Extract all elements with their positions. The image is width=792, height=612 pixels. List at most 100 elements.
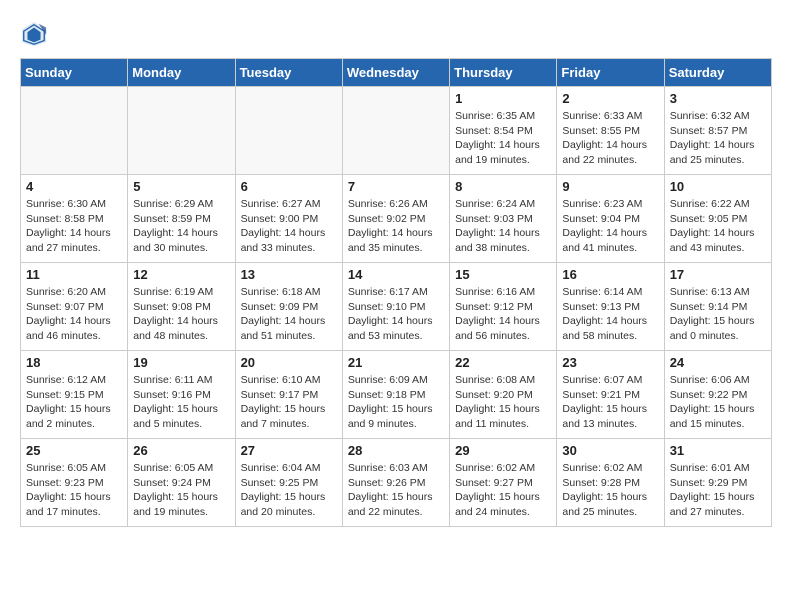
day-detail: Sunrise: 6:08 AM Sunset: 9:20 PM Dayligh… xyxy=(455,373,551,432)
day-number: 16 xyxy=(562,267,658,282)
day-number: 18 xyxy=(26,355,122,370)
day-number: 3 xyxy=(670,91,766,106)
calendar-cell: 25Sunrise: 6:05 AM Sunset: 9:23 PM Dayli… xyxy=(21,439,128,527)
week-row-4: 25Sunrise: 6:05 AM Sunset: 9:23 PM Dayli… xyxy=(21,439,772,527)
day-number: 6 xyxy=(241,179,337,194)
calendar-cell: 7 Sunrise: 6:26 AM Sunset: 9:02 PM Daylig… xyxy=(342,175,449,263)
week-row-0: 1 Sunrise: 6:35 AM Sunset: 8:54 PM Daylig… xyxy=(21,87,772,175)
day-detail: Sunrise: 6:05 AM Sunset: 9:24 PM Dayligh… xyxy=(133,461,229,520)
calendar-cell: 27 Sunrise: 6:04 AM Sunset: 9:25 PM Dayli… xyxy=(235,439,342,527)
day-number: 29 xyxy=(455,443,551,458)
calendar-cell: 14Sunrise: 6:17 AM Sunset: 9:10 PM Dayli… xyxy=(342,263,449,351)
day-number: 17 xyxy=(670,267,766,282)
day-detail: Sunrise: 6:17 AM Sunset: 9:10 PM Dayligh… xyxy=(348,285,444,344)
day-number: 8 xyxy=(455,179,551,194)
calendar-cell: 28 Sunrise: 6:03 AM Sunset: 9:26 PM Dayli… xyxy=(342,439,449,527)
calendar-cell: 20Sunrise: 6:10 AM Sunset: 9:17 PM Dayli… xyxy=(235,351,342,439)
calendar-cell: 15 Sunrise: 6:16 AM Sunset: 9:12 PM Dayli… xyxy=(450,263,557,351)
day-number: 5 xyxy=(133,179,229,194)
calendar-cell: 18 Sunrise: 6:12 AM Sunset: 9:15 PM Dayli… xyxy=(21,351,128,439)
day-header-sunday: Sunday xyxy=(21,59,128,87)
day-header-thursday: Thursday xyxy=(450,59,557,87)
calendar-cell: 19 Sunrise: 6:11 AM Sunset: 9:16 PM Dayli… xyxy=(128,351,235,439)
day-detail: Sunrise: 6:13 AM Sunset: 9:14 PM Dayligh… xyxy=(670,285,766,344)
day-number: 25 xyxy=(26,443,122,458)
calendar-cell: 13 Sunrise: 6:18 AM Sunset: 9:09 PM Dayli… xyxy=(235,263,342,351)
day-number: 24 xyxy=(670,355,766,370)
calendar-cell: 1 Sunrise: 6:35 AM Sunset: 8:54 PM Daylig… xyxy=(450,87,557,175)
day-number: 2 xyxy=(562,91,658,106)
day-detail: Sunrise: 6:14 AM Sunset: 9:13 PM Dayligh… xyxy=(562,285,658,344)
day-number: 30 xyxy=(562,443,658,458)
calendar-cell: 31 Sunrise: 6:01 AM Sunset: 9:29 PM Dayli… xyxy=(664,439,771,527)
day-number: 26 xyxy=(133,443,229,458)
day-detail: Sunrise: 6:03 AM Sunset: 9:26 PM Dayligh… xyxy=(348,461,444,520)
day-detail: Sunrise: 6:02 AM Sunset: 9:28 PM Dayligh… xyxy=(562,461,658,520)
day-header-saturday: Saturday xyxy=(664,59,771,87)
calendar-cell: 17 Sunrise: 6:13 AM Sunset: 9:14 PM Dayli… xyxy=(664,263,771,351)
day-number: 4 xyxy=(26,179,122,194)
calendar-cell: 4 Sunrise: 6:30 AM Sunset: 8:58 PM Daylig… xyxy=(21,175,128,263)
calendar-cell: 3 Sunrise: 6:32 AM Sunset: 8:57 PM Daylig… xyxy=(664,87,771,175)
day-number: 13 xyxy=(241,267,337,282)
logo-icon xyxy=(20,20,48,48)
calendar-cell xyxy=(21,87,128,175)
day-detail: Sunrise: 6:30 AM Sunset: 8:58 PM Dayligh… xyxy=(26,197,122,256)
day-detail: Sunrise: 6:07 AM Sunset: 9:21 PM Dayligh… xyxy=(562,373,658,432)
calendar-cell xyxy=(342,87,449,175)
day-number: 9 xyxy=(562,179,658,194)
day-detail: Sunrise: 6:20 AM Sunset: 9:07 PM Dayligh… xyxy=(26,285,122,344)
day-number: 11 xyxy=(26,267,122,282)
day-number: 1 xyxy=(455,91,551,106)
calendar-cell: 8 Sunrise: 6:24 AM Sunset: 9:03 PM Daylig… xyxy=(450,175,557,263)
day-number: 23 xyxy=(562,355,658,370)
day-number: 12 xyxy=(133,267,229,282)
logo xyxy=(20,20,52,48)
calendar-cell: 2 Sunrise: 6:33 AM Sunset: 8:55 PM Daylig… xyxy=(557,87,664,175)
calendar-cell: 9 Sunrise: 6:23 AM Sunset: 9:04 PM Daylig… xyxy=(557,175,664,263)
day-detail: Sunrise: 6:04 AM Sunset: 9:25 PM Dayligh… xyxy=(241,461,337,520)
day-detail: Sunrise: 6:02 AM Sunset: 9:27 PM Dayligh… xyxy=(455,461,551,520)
week-row-3: 18 Sunrise: 6:12 AM Sunset: 9:15 PM Dayli… xyxy=(21,351,772,439)
day-number: 27 xyxy=(241,443,337,458)
calendar-cell: 29 Sunrise: 6:02 AM Sunset: 9:27 PM Dayli… xyxy=(450,439,557,527)
day-number: 31 xyxy=(670,443,766,458)
day-detail: Sunrise: 6:12 AM Sunset: 9:15 PM Dayligh… xyxy=(26,373,122,432)
day-number: 15 xyxy=(455,267,551,282)
day-detail: Sunrise: 6:33 AM Sunset: 8:55 PM Dayligh… xyxy=(562,109,658,168)
day-detail: Sunrise: 6:27 AM Sunset: 9:00 PM Dayligh… xyxy=(241,197,337,256)
day-detail: Sunrise: 6:32 AM Sunset: 8:57 PM Dayligh… xyxy=(670,109,766,168)
day-detail: Sunrise: 6:11 AM Sunset: 9:16 PM Dayligh… xyxy=(133,373,229,432)
day-detail: Sunrise: 6:18 AM Sunset: 9:09 PM Dayligh… xyxy=(241,285,337,344)
day-detail: Sunrise: 6:06 AM Sunset: 9:22 PM Dayligh… xyxy=(670,373,766,432)
calendar-body: 1 Sunrise: 6:35 AM Sunset: 8:54 PM Daylig… xyxy=(21,87,772,527)
calendar-cell: 16 Sunrise: 6:14 AM Sunset: 9:13 PM Dayli… xyxy=(557,263,664,351)
day-detail: Sunrise: 6:29 AM Sunset: 8:59 PM Dayligh… xyxy=(133,197,229,256)
week-row-1: 4 Sunrise: 6:30 AM Sunset: 8:58 PM Daylig… xyxy=(21,175,772,263)
day-number: 19 xyxy=(133,355,229,370)
day-detail: Sunrise: 6:24 AM Sunset: 9:03 PM Dayligh… xyxy=(455,197,551,256)
day-detail: Sunrise: 6:19 AM Sunset: 9:08 PM Dayligh… xyxy=(133,285,229,344)
week-row-2: 11 Sunrise: 6:20 AM Sunset: 9:07 PM Dayli… xyxy=(21,263,772,351)
day-number: 7 xyxy=(348,179,444,194)
calendar-cell: 21 Sunrise: 6:09 AM Sunset: 9:18 PM Dayli… xyxy=(342,351,449,439)
day-detail: Sunrise: 6:09 AM Sunset: 9:18 PM Dayligh… xyxy=(348,373,444,432)
day-number: 20 xyxy=(241,355,337,370)
day-detail: Sunrise: 6:26 AM Sunset: 9:02 PM Dayligh… xyxy=(348,197,444,256)
calendar-header: SundayMondayTuesdayWednesdayThursdayFrid… xyxy=(21,59,772,87)
calendar-cell: 22Sunrise: 6:08 AM Sunset: 9:20 PM Dayli… xyxy=(450,351,557,439)
calendar-cell: 24 Sunrise: 6:06 AM Sunset: 9:22 PM Dayli… xyxy=(664,351,771,439)
day-number: 28 xyxy=(348,443,444,458)
calendar-cell: 5 Sunrise: 6:29 AM Sunset: 8:59 PM Daylig… xyxy=(128,175,235,263)
day-number: 10 xyxy=(670,179,766,194)
calendar-cell xyxy=(128,87,235,175)
day-detail: Sunrise: 6:16 AM Sunset: 9:12 PM Dayligh… xyxy=(455,285,551,344)
day-detail: Sunrise: 6:01 AM Sunset: 9:29 PM Dayligh… xyxy=(670,461,766,520)
calendar-cell: 12 Sunrise: 6:19 AM Sunset: 9:08 PM Dayli… xyxy=(128,263,235,351)
calendar-cell: 10Sunrise: 6:22 AM Sunset: 9:05 PM Dayli… xyxy=(664,175,771,263)
header-row: SundayMondayTuesdayWednesdayThursdayFrid… xyxy=(21,59,772,87)
day-number: 21 xyxy=(348,355,444,370)
day-detail: Sunrise: 6:35 AM Sunset: 8:54 PM Dayligh… xyxy=(455,109,551,168)
day-detail: Sunrise: 6:23 AM Sunset: 9:04 PM Dayligh… xyxy=(562,197,658,256)
calendar-cell: 30 Sunrise: 6:02 AM Sunset: 9:28 PM Dayli… xyxy=(557,439,664,527)
